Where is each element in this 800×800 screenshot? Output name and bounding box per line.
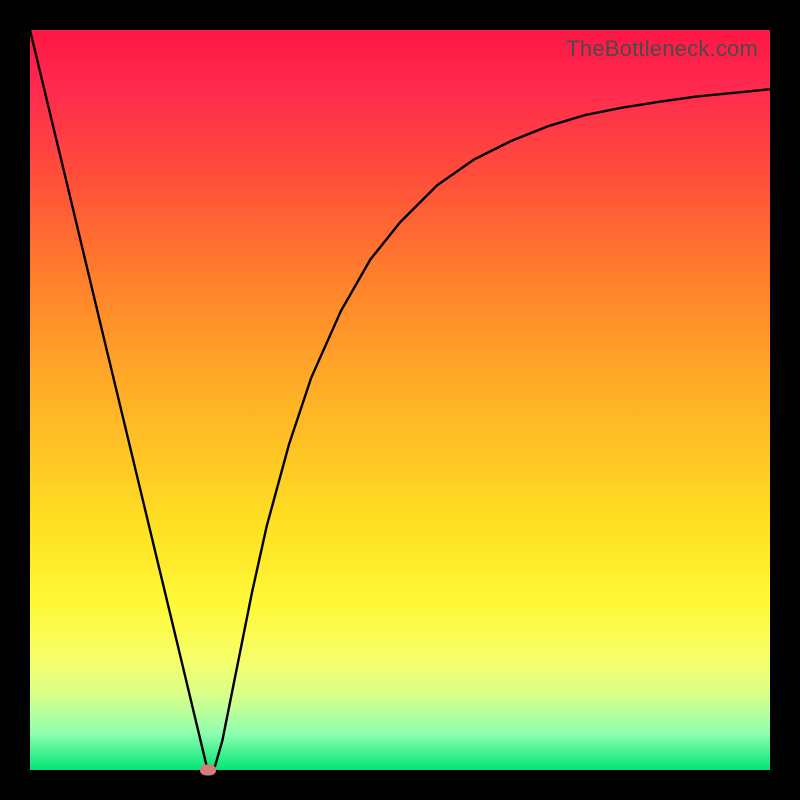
chart-plot-area: TheBottleneck.com [30, 30, 770, 770]
bottleneck-curve [30, 30, 770, 770]
minimum-marker [200, 765, 216, 776]
watermark-text: TheBottleneck.com [566, 36, 758, 62]
